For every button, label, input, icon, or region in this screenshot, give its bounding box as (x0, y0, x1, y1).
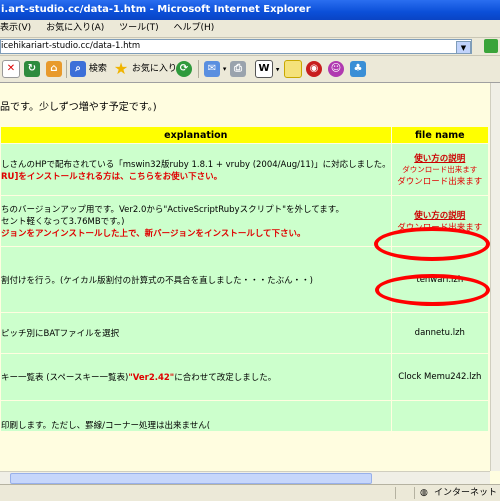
status-bar: ◍ インターネット (0, 484, 500, 501)
row-explanation: ちのバージョンアップ用です。Ver2.0から"ActiveScriptRubyス… (0, 195, 392, 247)
toolbar: ✕ ↻ ⌂ ⌕ 検索 ★ お気に入り ⟳ ✉ ▾ ⎙ W ▾ ◉ ☺ ♣ (0, 56, 500, 83)
contacts-button[interactable]: ♣ (350, 60, 366, 78)
print-icon: ⎙ (230, 60, 246, 77)
status-separator (414, 487, 415, 499)
research-button[interactable]: ◉ (306, 60, 322, 78)
row-file: 使い方の説明 ダウンロード出来ます ダウンロード出来ます (390, 143, 490, 196)
toolbar-separator (66, 60, 67, 78)
window-title-bar: i.art-studio.cc/data-1.htm - Microsoft I… (0, 0, 500, 20)
favorites-star-icon: ★ (113, 58, 129, 78)
version-highlight: "Ver2.42" (128, 373, 175, 383)
messenger-button[interactable]: ☺ (328, 60, 344, 78)
row-file (390, 400, 490, 432)
contacts-icon: ♣ (350, 60, 366, 77)
favorites-button[interactable]: ★ お気に入り (113, 60, 177, 78)
history-button[interactable]: ⟳ (176, 60, 192, 78)
address-input[interactable]: icehikariart-studio.cc/data-1.htm ▼ (0, 39, 472, 54)
mail-icon: ✉ (204, 60, 220, 77)
menu-tools[interactable]: ツール(T) (119, 23, 159, 33)
status-separator (395, 487, 396, 499)
row-explanation: キー一覧表 (スペースキー一覧表)"Ver2.42"に合わせて改定しました。 (0, 353, 392, 401)
window-title: i.art-studio.cc/data-1.htm - Microsoft I… (1, 4, 311, 15)
usage-link[interactable]: 使い方の説明 (392, 152, 488, 164)
address-bar: icehikariart-studio.cc/data-1.htm ▼ (0, 38, 500, 56)
refresh-button[interactable]: ↻ (24, 60, 40, 78)
status-zone: インターネット (434, 488, 498, 498)
menu-favorites[interactable]: お気に入り(A) (46, 23, 104, 33)
annotation-oval (375, 274, 490, 306)
row-explanation: 割付けを行う。(ケイカル版割付の計算式の不具合を直しました・・・たぶん・・) (0, 246, 392, 313)
table-row: キー一覧表 (スペースキー一覧表)"Ver2.42"に合わせて改定しました。 C… (0, 353, 490, 401)
print-button[interactable]: ⎙ (230, 60, 246, 78)
table-row: ピッチ別にBATファイルを選択 dannetu.lzh (0, 312, 490, 354)
edit-button[interactable]: W ▾ (255, 60, 279, 78)
search-button[interactable]: ⌕ 検索 (70, 60, 107, 78)
row-explanation: 印刷します。ただし、罫線/コーナー処理は出来ません( (0, 400, 392, 432)
row-text: ピッチ別にBATファイルを選択 (1, 329, 120, 339)
row-text: しさんのHPで配布されている「mswin32版ruby 1.8.1 + vrub… (1, 159, 391, 170)
row-note: ジョンをアンインストールした上で、新バージョンをインストールして下さい。 (1, 229, 306, 239)
row-text: 割付けを行う。(ケイカル版割付の計算式の不具合を直しました・・・たぶん・・) (1, 275, 313, 286)
header-file-name: file name (390, 126, 490, 144)
search-label: 検索 (88, 64, 107, 74)
refresh-icon: ↻ (24, 60, 40, 77)
note-button[interactable] (284, 60, 302, 78)
toolbar-separator (198, 60, 199, 78)
row-text: ちのバージョンアップ用です。Ver2.0から"ActiveScriptRubyス… (1, 205, 344, 215)
menu-help[interactable]: ヘルプ(H) (174, 23, 215, 33)
messenger-icon: ☺ (328, 60, 344, 77)
edit-dropdown-icon[interactable]: ▾ (276, 66, 280, 74)
search-icon: ⌕ (70, 60, 86, 77)
internet-zone-icon: ◍ (420, 488, 428, 498)
row-file: dannetu.lzh (390, 312, 490, 354)
edit-icon: W (255, 60, 273, 78)
note-icon (284, 60, 302, 78)
menu-bar: 表示(V) お気に入り(A) ツール(T) ヘルプ(H) (0, 20, 500, 38)
file-name-link[interactable]: dannetu.lzh (392, 328, 488, 338)
annotation-oval (374, 227, 490, 261)
row-text: 印刷します。ただし、罫線/コーナー処理は出来ません( (1, 421, 211, 431)
download-note: ダウンロード出来ます (397, 177, 483, 187)
stop-icon: ✕ (2, 60, 20, 78)
table-header-row: explanation file name (0, 126, 490, 144)
horizontal-scroll-thumb[interactable] (10, 473, 372, 484)
horizontal-scrollbar[interactable] (0, 471, 490, 484)
table-row: 印刷します。ただし、罫線/コーナー処理は出来ません( (0, 400, 490, 432)
address-dropdown-icon[interactable]: ▼ (456, 41, 471, 53)
menu-view[interactable]: 表示(V) (0, 23, 31, 33)
row-note: RU]をインストールされる方は、こちらをお使い下さい。 (1, 171, 223, 182)
stop-button[interactable]: ✕ (2, 60, 20, 78)
file-name-link[interactable]: Clock Memu242.lzh (392, 372, 488, 382)
row-file: Clock Memu242.lzh (390, 353, 490, 401)
favorites-label: お気に入り (131, 64, 177, 74)
row-text-post: に合わせて改定しました。 (174, 373, 277, 383)
row-text: セント軽くなって3.76MBです。) (1, 217, 125, 227)
home-button[interactable]: ⌂ (46, 60, 62, 78)
header-explanation: explanation (0, 126, 392, 144)
address-value: icehikariart-studio.cc/data-1.htm (1, 41, 141, 51)
download-note: ダウンロード出来ます (402, 165, 478, 174)
page-intro-text: 品です。少しずつ増やす予定です。) (0, 102, 157, 113)
row-explanation: しさんのHPで配布されている「mswin32版ruby 1.8.1 + vrub… (0, 143, 392, 196)
vertical-scrollbar[interactable] (490, 83, 500, 471)
table-row: しさんのHPで配布されている「mswin32版ruby 1.8.1 + vrub… (0, 143, 490, 196)
row-explanation: ピッチ別にBATファイルを選択 (0, 312, 392, 354)
row-text: キー一覧表 (スペースキー一覧表)"Ver2.42"に合わせて改定しました。 (1, 371, 390, 383)
go-arrow-icon[interactable] (484, 39, 498, 53)
usage-link[interactable]: 使い方の説明 (392, 209, 488, 221)
home-icon: ⌂ (46, 60, 62, 77)
research-icon: ◉ (306, 60, 322, 77)
mail-button[interactable]: ✉ ▾ (204, 60, 226, 78)
mail-dropdown-icon[interactable]: ▾ (223, 65, 227, 73)
history-icon: ⟳ (176, 60, 192, 77)
row-text-pre: キー一覧表 (スペースキー一覧表) (1, 373, 129, 383)
